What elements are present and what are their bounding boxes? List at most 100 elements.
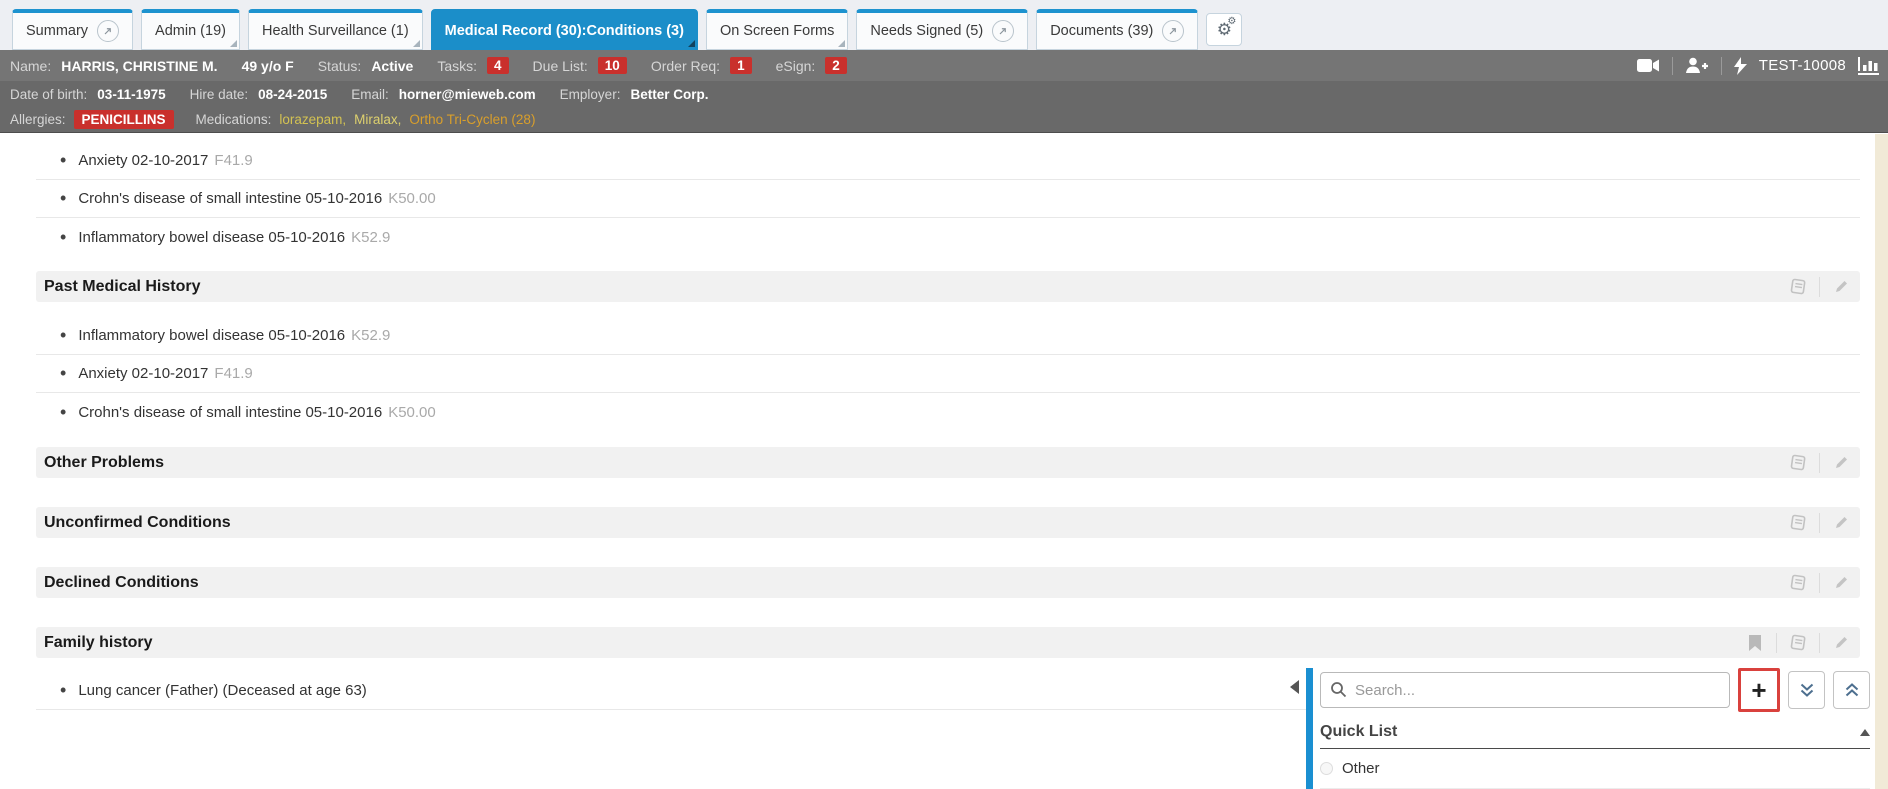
- icd-code: F41.9: [214, 152, 252, 169]
- tab-dropdown-fold: [838, 40, 845, 47]
- condition-text: Anxiety 02-10-2017: [78, 365, 208, 382]
- quick-list-item-other[interactable]: Other: [1320, 749, 1870, 789]
- pencil-icon[interactable]: [1830, 512, 1852, 534]
- section-title: Other Problems: [44, 454, 164, 472]
- hire-date-label: Hire date:: [190, 87, 249, 102]
- book-icon[interactable]: [1787, 276, 1809, 298]
- panel-accent-bar: [1306, 668, 1313, 789]
- quick-list-title: Quick List: [1320, 723, 1397, 741]
- tasks-label: Tasks:: [437, 58, 477, 74]
- condition-row[interactable]: Crohn's disease of small intestine 05-10…: [36, 393, 1860, 431]
- divider: [1819, 573, 1820, 593]
- bar-chart-icon[interactable]: [1858, 57, 1880, 75]
- tab-needs-signed[interactable]: Needs Signed (5): [856, 9, 1028, 50]
- esign-count-badge[interactable]: 2: [825, 57, 847, 74]
- pencil-icon[interactable]: [1830, 452, 1852, 474]
- divider: [1819, 277, 1820, 297]
- chevron-double-up-icon: [1844, 682, 1860, 698]
- tab-summary[interactable]: Summary: [12, 9, 133, 50]
- book-icon[interactable]: [1787, 512, 1809, 534]
- tasks-count-badge[interactable]: 4: [487, 57, 509, 74]
- chevron-double-down-icon: [1799, 682, 1815, 698]
- section-family-history: Family history: [36, 627, 1860, 658]
- past-medical-history-list: Inflammatory bowel disease 05-10-2016 K5…: [36, 317, 1860, 431]
- collapse-panel-arrow-icon[interactable]: [1290, 680, 1299, 694]
- settings-button[interactable]: [1206, 13, 1242, 46]
- tab-medical-record-label: Medical Record (30):Conditions (3): [445, 23, 684, 39]
- tab-dropdown-fold: [413, 40, 420, 47]
- expand-all-button[interactable]: [1788, 671, 1825, 709]
- allergy-badge[interactable]: PENICILLINS: [74, 110, 174, 129]
- patient-dob: 03-11-1975: [97, 87, 165, 102]
- pencil-icon[interactable]: [1830, 572, 1852, 594]
- tab-health-surveillance-label: Health Surveillance (1): [262, 23, 409, 39]
- collapse-all-button[interactable]: [1833, 671, 1870, 709]
- condition-text: Crohn's disease of small intestine 05-10…: [78, 190, 382, 207]
- book-icon[interactable]: [1787, 632, 1809, 654]
- external-link-icon[interactable]: [1162, 20, 1184, 42]
- search-input[interactable]: [1320, 672, 1730, 708]
- section-other-problems: Other Problems: [36, 447, 1860, 478]
- patient-header-row-1: Name: HARRIS, CHRISTINE M. 49 y/o F Stat…: [0, 50, 1888, 81]
- lightning-icon[interactable]: [1734, 57, 1747, 75]
- status-label: Status:: [318, 58, 362, 74]
- condition-text: Crohn's disease of small intestine 05-10…: [78, 404, 382, 421]
- medication-item[interactable]: Ortho Tri-Cyclen (28): [409, 112, 535, 127]
- quick-list-header[interactable]: Quick List: [1320, 723, 1870, 749]
- section-unconfirmed-conditions: Unconfirmed Conditions: [36, 507, 1860, 538]
- tab-admin-label: Admin (19): [155, 23, 226, 39]
- tab-documents[interactable]: Documents (39): [1036, 9, 1198, 50]
- patient-email: horner@mieweb.com: [399, 87, 536, 102]
- due-list-label: Due List:: [533, 58, 588, 74]
- bookmark-icon[interactable]: [1744, 632, 1766, 654]
- esign-label: eSign:: [776, 58, 816, 74]
- order-req-label: Order Req:: [651, 58, 720, 74]
- collapse-section-icon[interactable]: [1860, 729, 1870, 736]
- divider: [1776, 633, 1777, 653]
- divider: [1819, 513, 1820, 533]
- tab-dropdown-fold: [230, 40, 237, 47]
- patient-header-row-2: Date of birth: 03-11-1975 Hire date: 08-…: [0, 81, 1888, 107]
- video-call-icon[interactable]: [1637, 58, 1660, 73]
- condition-row[interactable]: Inflammatory bowel disease 05-10-2016 K5…: [36, 218, 1860, 256]
- medication-item[interactable]: lorazepam,: [279, 112, 346, 127]
- book-icon[interactable]: [1787, 452, 1809, 474]
- condition-quick-add-panel: + Quick List Other: [1306, 666, 1872, 789]
- scrollbar-track[interactable]: [1875, 134, 1888, 789]
- order-req-count-badge[interactable]: 1: [730, 57, 752, 74]
- tab-admin[interactable]: Admin (19): [141, 9, 240, 50]
- condition-row[interactable]: Crohn's disease of small intestine 05-10…: [36, 180, 1860, 218]
- section-declined-conditions: Declined Conditions: [36, 567, 1860, 598]
- divider: [1819, 633, 1820, 653]
- tab-documents-label: Documents (39): [1050, 23, 1153, 39]
- medications-label: Medications:: [196, 112, 272, 127]
- add-condition-button[interactable]: +: [1738, 668, 1780, 712]
- condition-row[interactable]: Anxiety 02-10-2017 F41.9: [36, 355, 1860, 393]
- icd-code: K50.00: [388, 190, 436, 207]
- condition-text: Inflammatory bowel disease 05-10-2016: [78, 327, 345, 344]
- due-list-count-badge[interactable]: 10: [598, 57, 627, 74]
- tab-medical-record-conditions[interactable]: Medical Record (30):Conditions (3): [431, 9, 698, 50]
- tab-health-surveillance[interactable]: Health Surveillance (1): [248, 9, 423, 50]
- external-link-icon[interactable]: [97, 20, 119, 42]
- patient-status: Active: [371, 58, 413, 74]
- pencil-icon[interactable]: [1830, 632, 1852, 654]
- condition-text: Anxiety 02-10-2017: [78, 152, 208, 169]
- tab-on-screen-forms[interactable]: On Screen Forms: [706, 9, 848, 50]
- external-link-icon[interactable]: [992, 20, 1014, 42]
- book-icon[interactable]: [1787, 572, 1809, 594]
- chart-id: TEST-10008: [1759, 57, 1846, 74]
- condition-row[interactable]: Anxiety 02-10-2017 F41.9: [36, 142, 1860, 180]
- add-person-icon[interactable]: [1685, 57, 1709, 74]
- medication-item[interactable]: Miralax,: [354, 112, 401, 127]
- condition-row[interactable]: Inflammatory bowel disease 05-10-2016 K5…: [36, 317, 1860, 355]
- employer-label: Employer:: [560, 87, 621, 102]
- pencil-icon[interactable]: [1830, 276, 1852, 298]
- tab-needs-signed-label: Needs Signed (5): [870, 23, 983, 39]
- section-title: Past Medical History: [44, 278, 201, 296]
- icd-code: F41.9: [214, 365, 252, 382]
- divider: [1672, 57, 1673, 75]
- search-icon: [1330, 681, 1347, 703]
- section-title: Family history: [44, 634, 152, 652]
- section-title: Unconfirmed Conditions: [44, 514, 231, 532]
